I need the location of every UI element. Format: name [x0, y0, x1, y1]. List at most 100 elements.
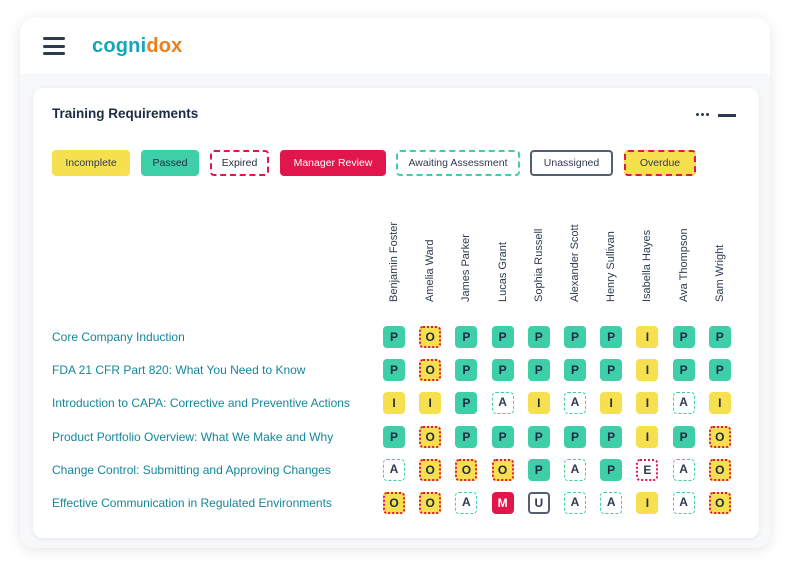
status-cell[interactable]: I	[708, 392, 731, 415]
status-cell[interactable]: O	[708, 492, 731, 514]
app-logo[interactable]: cognidox	[92, 35, 183, 58]
status-cell[interactable]: P	[455, 425, 478, 448]
top-bar: cognidox	[20, 18, 770, 74]
status-cell[interactable]: O	[419, 458, 442, 481]
app-window: cognidox Training Requirements Incomplet…	[20, 18, 770, 548]
employee-column-header: James Parker	[451, 214, 481, 314]
course-link[interactable]: Effective Communication in Regulated Env…	[52, 492, 332, 514]
status-cell[interactable]: O	[383, 492, 405, 514]
status-cell[interactable]: P	[527, 425, 550, 448]
status-cell[interactable]: P	[600, 425, 623, 448]
status-cell[interactable]: O	[419, 425, 442, 448]
status-cell[interactable]: P	[455, 326, 478, 348]
employee-column-header: Henry Sullivan	[596, 214, 626, 314]
status-cell[interactable]: P	[564, 326, 586, 348]
status-cell[interactable]: I	[636, 492, 659, 514]
training-row: Effective Communication in Regulated Env…	[33, 492, 759, 525]
employee-name: Sam Wright	[713, 244, 726, 302]
status-cell[interactable]: I	[636, 359, 659, 382]
status-cell[interactable]: P	[527, 458, 550, 481]
status-cell[interactable]: I	[600, 392, 623, 415]
status-cell[interactable]: P	[708, 326, 731, 348]
status-cell[interactable]: A	[564, 392, 586, 415]
status-cell[interactable]: A	[564, 492, 586, 514]
status-cell[interactable]: I	[636, 326, 659, 348]
employee-column-header: Ava Thompson	[669, 214, 699, 314]
status-cell[interactable]: O	[419, 326, 442, 348]
more-options-icon[interactable]	[696, 113, 710, 117]
status-cell[interactable]: A	[564, 458, 586, 481]
status-cell[interactable]: I	[419, 392, 442, 415]
legend-chip-incomplete: Incomplete	[52, 150, 130, 176]
status-cell[interactable]: P	[383, 326, 405, 348]
logo-text-primary: cogni	[92, 35, 147, 57]
status-cell[interactable]: P	[600, 326, 623, 348]
course-link[interactable]: FDA 21 CFR Part 820: What You Need to Kn…	[52, 359, 305, 381]
logo-text-accent: dox	[146, 35, 183, 57]
status-cell[interactable]: M	[491, 492, 514, 514]
status-cell[interactable]: O	[491, 458, 514, 481]
status-cell[interactable]: I	[636, 425, 659, 448]
legend-chip-awaiting: Awaiting Assessment	[396, 150, 520, 176]
status-cell[interactable]: P	[708, 359, 731, 382]
hamburger-menu-icon[interactable]	[43, 37, 65, 55]
employee-column-header: Sam Wright	[705, 214, 735, 314]
training-row: Product Portfolio Overview: What We Make…	[33, 425, 759, 459]
status-cell[interactable]: P	[491, 326, 514, 348]
legend-chip-manager: Manager Review	[280, 150, 386, 176]
employee-name: Henry Sullivan	[605, 231, 618, 302]
status-cell[interactable]: P	[672, 326, 695, 348]
legend-chip-passed: Passed	[141, 150, 199, 176]
status-cell[interactable]: P	[491, 425, 514, 448]
status-cell[interactable]: P	[455, 392, 478, 415]
employee-name: Ava Thompson	[677, 228, 690, 302]
status-cell[interactable]: A	[600, 492, 623, 514]
status-cell[interactable]: E	[636, 458, 659, 481]
minimize-icon[interactable]	[718, 114, 736, 117]
status-cell[interactable]: O	[708, 458, 731, 481]
training-row: Core Company Induction P O P P P P P I P P	[33, 326, 759, 359]
status-cell[interactable]: A	[383, 458, 405, 481]
status-cell[interactable]: P	[564, 425, 586, 448]
status-cell[interactable]: A	[672, 492, 695, 514]
status-cell[interactable]: I	[636, 392, 659, 415]
status-cell[interactable]: P	[527, 326, 550, 348]
status-cell[interactable]: P	[672, 359, 695, 382]
course-link[interactable]: Introduction to CAPA: Corrective and Pre…	[52, 392, 350, 414]
status-cell[interactable]: A	[491, 392, 514, 415]
status-cell[interactable]: O	[419, 359, 442, 382]
employee-name: Lucas Grant	[496, 242, 509, 302]
status-cell[interactable]: O	[419, 492, 442, 514]
status-cell[interactable]: A	[672, 392, 695, 415]
status-cell[interactable]: P	[455, 359, 478, 382]
status-cell[interactable]: P	[600, 359, 623, 382]
legend-chip-expired: Expired	[210, 150, 269, 176]
status-cell[interactable]: P	[600, 458, 623, 481]
panel-title: Training Requirements	[52, 106, 199, 121]
employee-name: James Parker	[460, 234, 473, 302]
legend-chip-unassigned: Unassigned	[530, 150, 613, 176]
status-cell[interactable]: P	[564, 359, 586, 382]
employee-name: Alexander Scott	[569, 224, 581, 302]
employee-name: Isabella Hayes	[641, 229, 654, 302]
employee-name: Benjamin Foster	[388, 221, 400, 302]
status-cell[interactable]: P	[383, 359, 405, 382]
status-cell[interactable]: I	[527, 392, 550, 415]
status-cell[interactable]: P	[383, 425, 405, 448]
status-cell[interactable]: A	[455, 492, 478, 514]
legend-chip-overdue: Overdue	[624, 150, 696, 176]
employee-column-header: Amelia Ward	[415, 214, 445, 314]
status-cell[interactable]: U	[527, 492, 550, 514]
status-cell[interactable]: P	[527, 359, 550, 382]
status-cell[interactable]: O	[708, 425, 731, 448]
course-link[interactable]: Core Company Induction	[52, 326, 185, 348]
course-link[interactable]: Change Control: Submitting and Approving…	[52, 459, 331, 481]
employee-column-header: Isabella Hayes	[632, 214, 662, 314]
status-cell[interactable]: I	[383, 392, 405, 415]
status-cell[interactable]: P	[672, 425, 695, 448]
course-link[interactable]: Product Portfolio Overview: What We Make…	[52, 426, 333, 448]
status-cell[interactable]: P	[491, 359, 514, 382]
status-cell[interactable]: O	[455, 458, 478, 481]
status-cell[interactable]: A	[672, 458, 695, 481]
training-row: Change Control: Submitting and Approving…	[33, 458, 759, 492]
